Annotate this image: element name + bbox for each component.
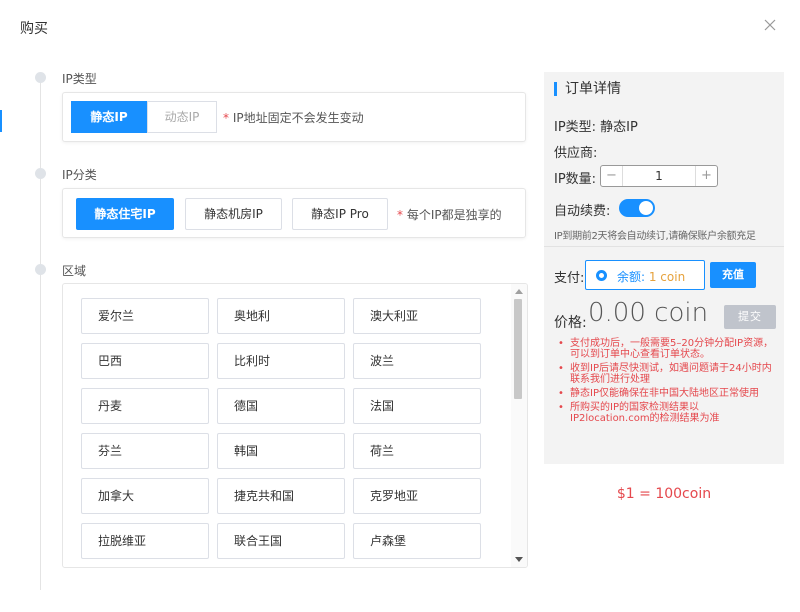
order-note-item: 静态IP仅能确保在非中国大陆地区正常使用 [558,388,778,399]
order-title: 订单详情 [554,82,621,96]
ip-type-note: * IP地址固定不会发生变动 [223,109,364,126]
timeline-dot-ip-category [35,168,46,179]
country-option[interactable]: 拉脱维亚 [81,523,209,559]
ip-category-note-text: 每个IP都是独享的 [403,208,502,222]
country-option[interactable]: 爱尔兰 [81,298,209,334]
country-option[interactable]: 卢森堡 [353,523,481,559]
balance-pay-option[interactable]: 余额: 1 coin [585,260,705,290]
timeline-line [40,78,41,590]
radio-selected-icon[interactable] [596,270,607,281]
country-option[interactable]: 波兰 [353,343,481,379]
country-option[interactable]: 克罗地亚 [353,478,481,514]
region-label: 区域 [62,264,87,278]
scroll-thumb[interactable] [514,299,522,399]
ip-category-card: 静态住宅IP 静态机房IP 静态IP Pro * 每个IP都是独享的 [62,188,526,238]
country-option[interactable]: 丹麦 [81,388,209,424]
country-option[interactable]: 韩国 [217,433,345,469]
qty-minus-button[interactable]: − [601,166,623,186]
country-option[interactable]: 联合王国 [217,523,345,559]
price-value: 0.00 coin [588,298,709,328]
order-note-item: 支付成功后，一般需要5–20分钟分配IP资源，可以到订单中心查看订单状态。 [558,338,778,360]
recharge-button[interactable]: 充值 [710,262,756,288]
country-option[interactable]: 芬兰 [81,433,209,469]
ip-category-note: * 每个IP都是独享的 [397,206,502,223]
dialog-title: 购买 [20,21,48,37]
region-list[interactable]: 爱尔兰 奥地利 澳大利亚巴西 比利时 波兰丹麦 德国 法国芬兰 韩国 荷兰加拿大 捷克共和国 克罗地… [62,283,528,568]
divider [544,246,784,247]
country-option[interactable]: 奥地利 [217,298,345,334]
auto-renew-label: 自动续费: [554,204,611,219]
timeline-dot-region [35,264,46,275]
dynamic-ip-tab[interactable]: 动态IP [147,101,217,133]
close-icon[interactable] [762,17,778,33]
static-ip-tab[interactable]: 静态IP [71,101,147,133]
qty-plus-button[interactable]: + [695,166,717,186]
order-notes: 支付成功后，一般需要5–20分钟分配IP资源，可以到订单中心查看订单状态。 收到… [558,338,778,427]
auto-renew-toggle[interactable] [619,199,655,217]
country-option[interactable]: 法国 [353,388,481,424]
order-note-item: 收到IP后请尽快测试，如遇问题请于24小时内联系我们进行处理 [558,363,778,385]
country-option[interactable]: 荷兰 [353,433,481,469]
timeline-dot-ip-type [35,72,46,83]
balance-text: 余额: 1 coin [617,268,685,285]
order-supplier: 供应商: [554,146,598,161]
exchange-rate: $1 = 100coin [616,486,712,502]
country-option[interactable]: 加拿大 [81,478,209,514]
ip-type-note-text: IP地址固定不会发生变动 [229,111,364,125]
country-option[interactable]: 澳大利亚 [353,298,481,334]
static-residential-ip-button[interactable]: 静态住宅IP [76,198,174,230]
pay-label: 支付: [554,271,585,286]
static-datacenter-ip-button[interactable]: 静态机房IP [185,198,282,230]
country-option[interactable]: 巴西 [81,343,209,379]
ip-type-label: IP类型 [62,72,97,86]
country-option[interactable]: 德国 [217,388,345,424]
order-note-item: 所购买的IP的国家检测结果以IP2location.com的检测结果为准 [558,402,778,424]
price-label: 价格: [554,315,587,331]
country-option[interactable]: 捷克共和国 [217,478,345,514]
auto-renew-note: IP到期前2天将会自动续订,请确保账户余额充足 [554,231,756,242]
left-accent-bar [0,110,2,132]
quantity-stepper: − 1 + [600,165,718,187]
scrollbar[interactable] [511,284,527,567]
scroll-down-icon[interactable] [515,557,523,562]
order-ip-type: IP类型: 静态IP [554,120,638,135]
scroll-up-icon[interactable] [515,289,523,294]
ip-type-card: 静态IP 动态IP * IP地址固定不会发生变动 [62,92,526,142]
balance-amount: 1 coin [648,270,686,284]
qty-value[interactable]: 1 [623,166,695,186]
country-option[interactable]: 比利时 [217,343,345,379]
static-ip-pro-button[interactable]: 静态IP Pro [292,198,388,230]
balance-label: 余额: [617,270,649,284]
order-qty-label: IP数量: [554,172,597,187]
order-panel: 订单详情 IP类型: 静态IP 供应商: IP数量: − 1 + 自动续费: I… [544,72,784,464]
ip-category-label: IP分类 [62,168,97,182]
toggle-knob [639,201,653,215]
submit-button[interactable]: 提交 [724,305,776,329]
